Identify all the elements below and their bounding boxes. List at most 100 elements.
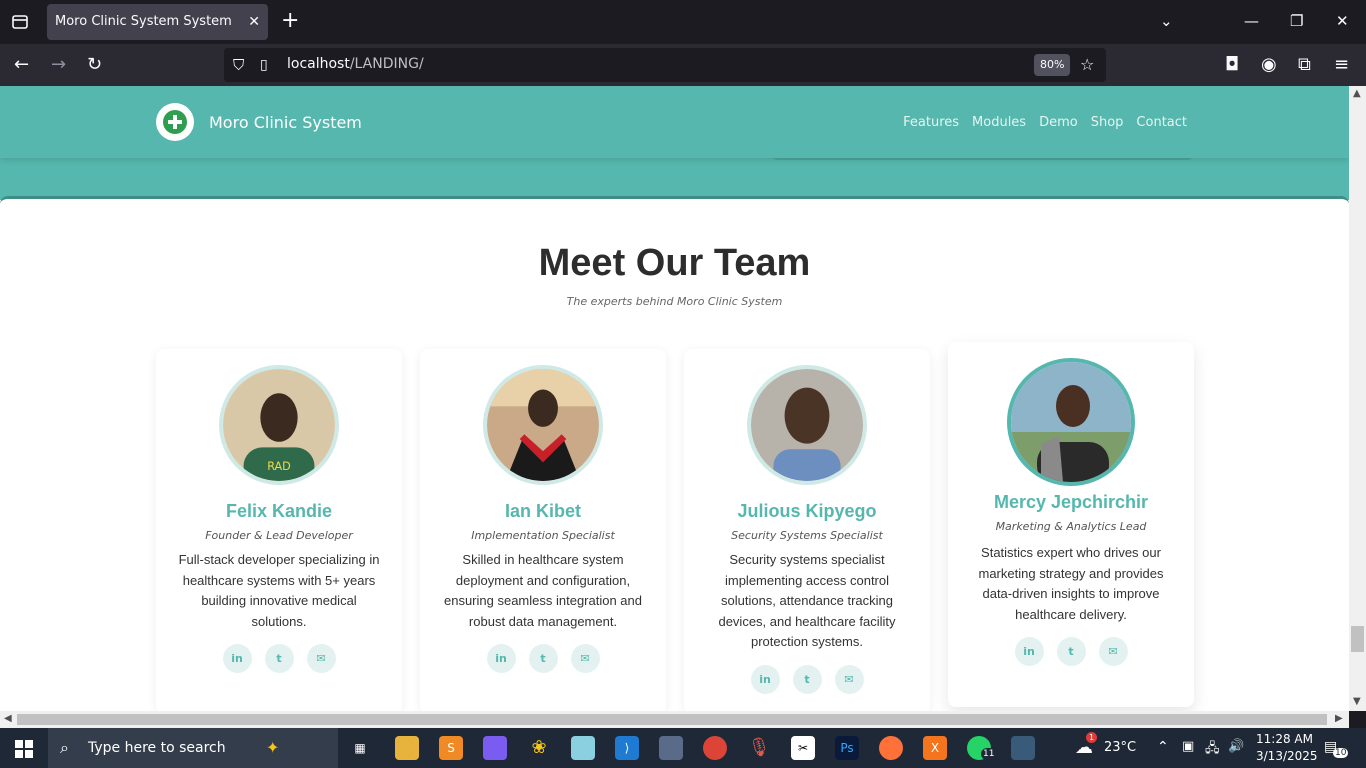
social-links: in t ✉	[684, 665, 930, 694]
member-role: Implementation Specialist	[471, 529, 615, 542]
vscode-icon[interactable]: ⟩	[615, 736, 639, 760]
close-window-icon[interactable]: ✕	[1336, 12, 1349, 30]
account-icon[interactable]: ◉	[1261, 55, 1277, 75]
clock-time[interactable]: 11:28 AM	[1256, 732, 1313, 746]
minimize-icon[interactable]: —	[1244, 12, 1259, 30]
member-bio: Statistics expert who drives our marketi…	[978, 545, 1164, 622]
forward-icon[interactable]: →	[51, 55, 66, 75]
team-card-julious: Julious Kipyego Security Systems Special…	[684, 349, 930, 711]
site-nav: Features Modules Demo Shop Contact	[903, 115, 1187, 130]
email-icon[interactable]: ✉	[834, 665, 864, 694]
twitter-icon[interactable]: t	[528, 644, 558, 673]
address-bar[interactable]: ⛉ ▯ localhost/LANDING/ 80% ☆	[224, 48, 1106, 82]
tab-title: Moro Clinic System System	[55, 14, 232, 29]
scroll-down-icon[interactable]: ▼	[1353, 696, 1361, 707]
url-path: /LANDING/	[349, 56, 424, 72]
pocket-icon[interactable]: ◘	[1225, 55, 1239, 75]
linkedin-icon[interactable]: in	[750, 665, 780, 694]
shield-icon[interactable]: ⛉	[233, 55, 244, 75]
scroll-left-icon[interactable]: ◀	[4, 713, 12, 724]
linkedin-icon[interactable]: in	[222, 644, 252, 673]
restore-icon[interactable]: ❐	[1290, 12, 1303, 30]
copilot-sparkle-icon[interactable]: ✦	[266, 738, 279, 757]
social-links: in t ✉	[156, 644, 402, 673]
close-tab-icon[interactable]: ✕	[248, 4, 260, 40]
avatar-ian	[483, 365, 603, 485]
avatar-mercy	[1007, 358, 1135, 486]
team-card-felix: RAD Felix Kandie Founder & Lead Develope…	[156, 349, 402, 711]
nav-features[interactable]: Features	[903, 115, 959, 130]
clinic-logo-icon[interactable]	[156, 103, 194, 141]
team-section: Meet Our Team The experts behind Moro Cl…	[0, 196, 1349, 711]
member-name: Mercy Jepchirchir	[993, 492, 1149, 512]
new-tab-icon[interactable]: +	[281, 10, 299, 32]
hero-strip	[0, 158, 1349, 200]
linkedin-icon[interactable]: in	[486, 644, 516, 673]
file-explorer-icon[interactable]	[395, 736, 419, 760]
copilot-icon[interactable]	[483, 736, 507, 760]
member-role: Founder & Lead Developer	[205, 529, 353, 542]
xampp-icon[interactable]: X	[923, 736, 947, 760]
weather-alert-badge: 1	[1086, 732, 1098, 743]
network-icon[interactable]: 🖧	[1205, 739, 1220, 761]
tab-list-icon[interactable]	[10, 12, 30, 32]
nav-demo[interactable]: Demo	[1039, 115, 1078, 130]
app-icon[interactable]	[1011, 736, 1035, 760]
app-icon[interactable]	[659, 736, 683, 760]
nav-contact[interactable]: Contact	[1136, 115, 1187, 130]
taskbar-search[interactable]: ⌕ Type here to search ✦	[48, 728, 338, 768]
vertical-scroll-thumb[interactable]	[1351, 626, 1364, 652]
browser-tab-active[interactable]: Moro Clinic System System ✕	[47, 4, 268, 40]
sublime-text-icon[interactable]: S	[439, 736, 463, 760]
scroll-up-icon[interactable]: ▲	[1353, 88, 1361, 99]
meet-now-icon[interactable]: ▣	[1182, 739, 1194, 754]
vertical-scrollbar[interactable]: ▲ ▼	[1349, 86, 1366, 711]
volume-icon[interactable]: 🔊	[1228, 739, 1244, 754]
weather-temp[interactable]: 23°C	[1104, 740, 1136, 755]
url-text[interactable]: localhost/LANDING/	[287, 56, 424, 72]
browser-tab-bar: Moro Clinic System System ✕ + ⌄ — ❐ ✕	[0, 0, 1366, 44]
member-name: Felix Kandie	[225, 501, 333, 521]
list-all-tabs-icon[interactable]: ⌄	[1160, 12, 1173, 30]
horizontal-scrollbar[interactable]: ◀ ▶	[0, 711, 1349, 728]
email-icon[interactable]: ✉	[570, 644, 600, 673]
microphone-icon[interactable]: 🎙	[747, 736, 771, 760]
whatsapp-icon[interactable]: 11	[967, 736, 997, 760]
app-icon[interactable]	[571, 736, 595, 760]
extensions-icon[interactable]: ⧉	[1298, 55, 1311, 75]
scroll-right-icon[interactable]: ▶	[1335, 713, 1343, 724]
email-icon[interactable]: ✉	[1098, 637, 1128, 666]
clock-date[interactable]: 3/13/2025	[1256, 749, 1318, 763]
bookmark-star-icon[interactable]: ☆	[1080, 55, 1094, 75]
windows-taskbar: ⌕ Type here to search ✦ ▦ S ❀ ⟩ 🎙 ✂ Ps X…	[0, 728, 1366, 768]
zoom-level-badge[interactable]: 80%	[1034, 54, 1071, 76]
page-icon: ▯	[260, 57, 268, 73]
team-card-mercy: Mercy Jepchirchir Marketing & Analytics …	[948, 342, 1194, 707]
email-icon[interactable]: ✉	[306, 644, 336, 673]
nav-modules[interactable]: Modules	[972, 115, 1026, 130]
task-view-icon[interactable]: ▦	[348, 736, 372, 760]
firefox-icon[interactable]	[879, 736, 903, 760]
whatsapp-badge: 11	[981, 748, 997, 760]
horizontal-scroll-thumb[interactable]	[17, 714, 1327, 725]
chrome-icon[interactable]	[703, 736, 727, 760]
reload-icon[interactable]: ↻	[87, 55, 102, 75]
site-brand[interactable]: Moro Clinic System	[209, 113, 362, 132]
browser-nav-bar: ← → ↻ ⛉ ▯ localhost/LANDING/ 80% ☆ ◘ ◉ ⧉…	[0, 44, 1366, 86]
member-role: Security Systems Specialist	[731, 529, 883, 542]
menu-icon[interactable]: ≡	[1334, 55, 1349, 75]
photoshop-icon[interactable]: Ps	[835, 736, 859, 760]
weather-icon[interactable]: ☁ 1	[1072, 732, 1098, 760]
twitter-icon[interactable]: t	[792, 665, 822, 694]
twitter-icon[interactable]: t	[264, 644, 294, 673]
capcut-icon[interactable]: ✂	[791, 736, 815, 760]
team-card-ian: Ian Kibet Implementation Specialist Skil…	[420, 349, 666, 711]
nav-shop[interactable]: Shop	[1091, 115, 1124, 130]
back-icon[interactable]: ←	[14, 55, 29, 75]
linkedin-icon[interactable]: in	[1014, 637, 1044, 666]
tray-chevron-icon[interactable]: ⌃	[1157, 739, 1169, 755]
section-subtitle: The experts behind Moro Clinic System	[566, 295, 783, 308]
twitter-icon[interactable]: t	[1056, 637, 1086, 666]
windows-start-icon[interactable]	[15, 740, 33, 758]
app-icon[interactable]: ❀	[527, 736, 551, 760]
